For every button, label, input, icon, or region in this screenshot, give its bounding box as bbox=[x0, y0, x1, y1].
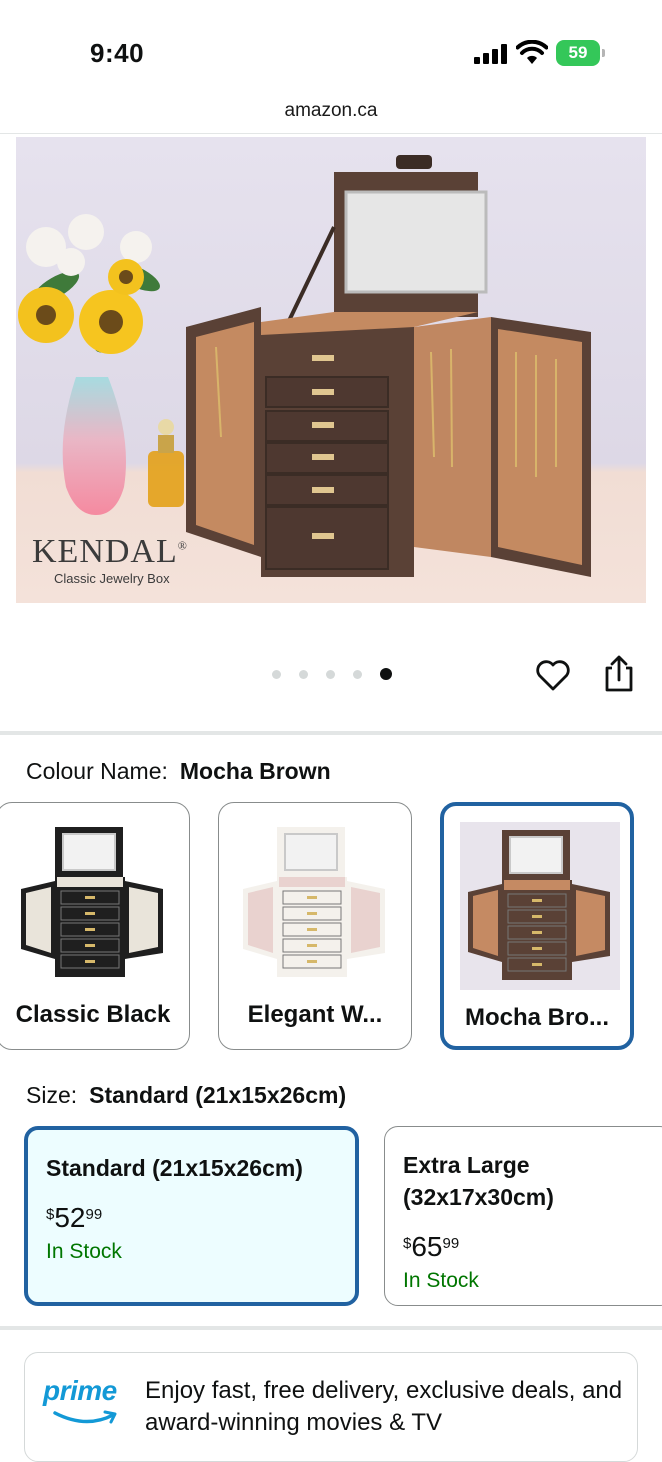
section-divider bbox=[0, 1326, 662, 1330]
battery-level: 59 bbox=[568, 43, 588, 62]
carousel-dot-active[interactable] bbox=[380, 668, 392, 680]
product-image[interactable]: KENDAL® Classic Jewelry Box bbox=[16, 137, 646, 603]
prime-banner[interactable]: prime Enjoy fast, free delivery, exclusi… bbox=[24, 1352, 638, 1462]
carousel-dot[interactable] bbox=[353, 669, 362, 679]
status-time: 9:40 bbox=[90, 38, 145, 68]
size-option-extra-large[interactable]: Extra Large (32x17x30cm) $6599 In Stock bbox=[384, 1126, 662, 1306]
stock-status: In Stock bbox=[46, 1240, 122, 1263]
section-divider bbox=[0, 731, 662, 735]
wishlist-heart-icon[interactable] bbox=[534, 656, 572, 694]
size-option-standard[interactable]: Standard (21x15x26cm) $5299 In Stock bbox=[24, 1126, 359, 1306]
selected-colour: Mocha Brown bbox=[179, 758, 331, 784]
swatch-image bbox=[235, 819, 395, 987]
colour-option-label: Mocha Bro... bbox=[464, 1004, 609, 1031]
size-option-name: Standard (21x15x26cm) bbox=[46, 1155, 303, 1181]
prime-description: Enjoy fast, free delivery, exclusive dea… bbox=[145, 1377, 623, 1436]
selected-size: Standard (21x15x26cm) bbox=[89, 1082, 347, 1108]
carousel-dot[interactable] bbox=[326, 669, 335, 679]
colour-option-classic-black[interactable]: Classic Black bbox=[0, 802, 190, 1050]
colour-option-elegant-white[interactable]: Elegant W... bbox=[218, 802, 412, 1050]
colour-label: Colour Name: Mocha Brown bbox=[26, 758, 331, 784]
swatch-image bbox=[13, 819, 173, 987]
brand-logo: KENDAL® bbox=[32, 533, 188, 570]
colour-option-mocha-brown[interactable]: Mocha Bro... bbox=[440, 802, 634, 1050]
stock-status: In Stock bbox=[403, 1269, 479, 1292]
battery-icon: 59 bbox=[556, 40, 605, 66]
prime-smile-icon bbox=[53, 1410, 117, 1424]
size-label: Size: Standard (21x15x26cm) bbox=[26, 1082, 347, 1108]
size-option-price: $5299 bbox=[46, 1202, 103, 1233]
size-option-price: $6599 bbox=[403, 1231, 460, 1262]
brand-subtitle: Classic Jewelry Box bbox=[54, 571, 170, 586]
carousel-dot[interactable] bbox=[299, 669, 308, 679]
carousel-dot[interactable] bbox=[272, 669, 281, 679]
wifi-icon bbox=[516, 40, 548, 64]
prime-logo: prime bbox=[43, 1375, 117, 1406]
url-text: amazon.ca bbox=[284, 100, 378, 121]
size-option-name: Extra Large (32x17x30cm) bbox=[403, 1152, 554, 1210]
carousel-dots[interactable] bbox=[272, 668, 392, 680]
swatch-image bbox=[460, 822, 620, 990]
url-bar[interactable]: amazon.ca bbox=[0, 100, 662, 134]
status-bar: 9:40 59 bbox=[0, 0, 662, 100]
cellular-signal-icon bbox=[474, 44, 508, 64]
share-icon[interactable] bbox=[600, 654, 638, 694]
colour-option-label: Elegant W... bbox=[247, 1001, 383, 1028]
colour-option-label: Classic Black bbox=[15, 1001, 171, 1028]
